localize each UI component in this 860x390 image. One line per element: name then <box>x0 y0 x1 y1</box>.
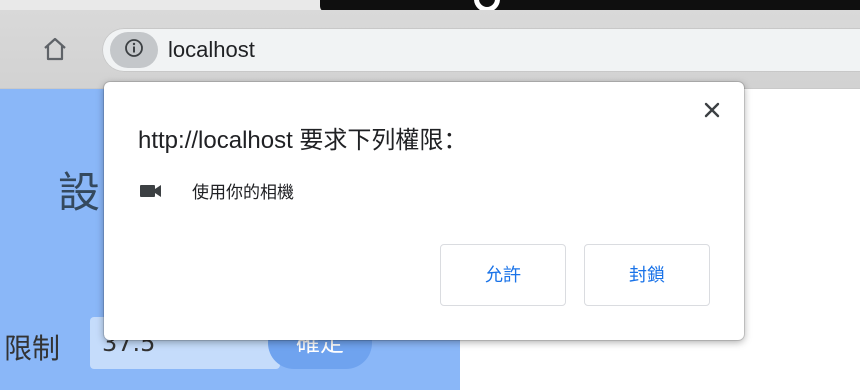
site-info-button[interactable] <box>110 32 158 68</box>
close-icon <box>704 102 720 122</box>
block-button[interactable]: 封鎖 <box>584 244 710 306</box>
info-icon <box>124 38 144 62</box>
panel-heading: 設 <box>58 168 101 217</box>
browser-window: localhost 設 限制 37.5 確定 http://localhost … <box>0 0 860 390</box>
browser-toolbar: localhost <box>0 10 860 89</box>
camera-icon <box>138 183 164 199</box>
permission-dialog: http://localhost 要求下列權限： 使用你的相機 允許 封鎖 <box>104 82 744 340</box>
home-button[interactable] <box>30 28 80 74</box>
permission-row: 使用你的相機 <box>138 178 294 203</box>
address-bar[interactable]: localhost <box>102 28 860 72</box>
url-text: localhost <box>168 37 255 62</box>
home-icon <box>42 36 68 66</box>
allow-button[interactable]: 允許 <box>440 244 566 306</box>
limit-label: 限制 <box>4 332 61 365</box>
permission-text: 使用你的相機 <box>192 183 294 203</box>
dialog-title: http://localhost 要求下列權限： <box>138 127 468 154</box>
close-button[interactable] <box>698 98 726 126</box>
